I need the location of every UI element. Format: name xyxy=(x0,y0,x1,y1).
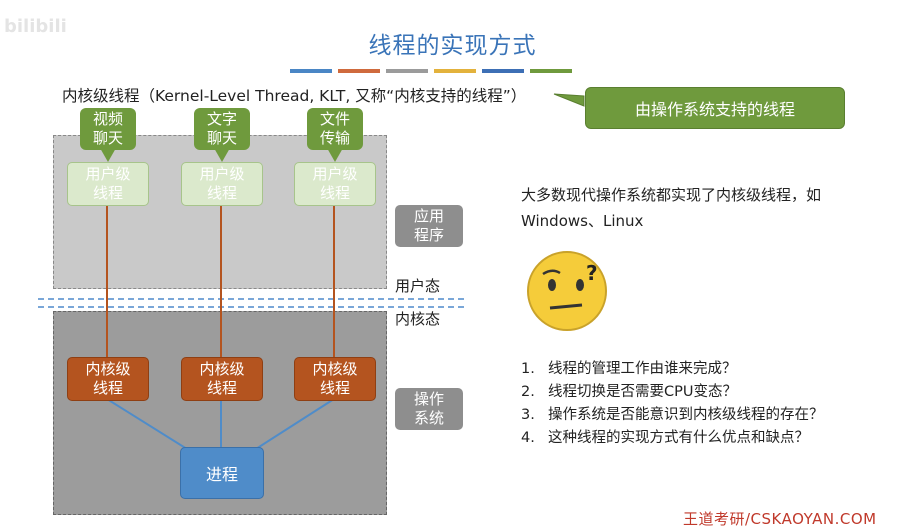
app-video-chat: 视频 聊天 xyxy=(80,108,136,150)
user-thread-3: 用户级 线程 xyxy=(294,162,376,206)
color-bar xyxy=(338,69,380,73)
kernel-thread-2: 内核级 线程 xyxy=(181,357,263,401)
question-number: 3. xyxy=(521,407,535,423)
app-program-text: 应用 程序 xyxy=(413,207,444,244)
kernel-thread-1: 内核级 线程 xyxy=(67,357,149,401)
question-text: 这种线程的实现方式有什么优点和缺点？ xyxy=(548,430,809,446)
color-bar xyxy=(290,69,332,73)
question-number: 4. xyxy=(521,430,535,446)
app-program-label: 应用 程序 xyxy=(395,205,463,247)
app-text-chat: 文字 聊天 xyxy=(194,108,250,150)
user-thread-2: 用户级 线程 xyxy=(181,162,263,206)
process-box: 进程 xyxy=(180,447,264,499)
os-text: 操作 系统 xyxy=(413,390,444,427)
question-text: 线程的管理工作由谁来完成？ xyxy=(548,361,737,377)
app-label: 文件 传输 xyxy=(319,110,350,147)
question-number: 2. xyxy=(521,384,535,400)
question-number: 1. xyxy=(521,361,535,377)
question-item: 2. 线程切换是否需要CPU变态？ xyxy=(521,381,824,404)
question-text: 操作系统是否能意识到内核级线程的存在？ xyxy=(548,407,824,423)
svg-text:?: ? xyxy=(586,261,598,285)
user-space-panel xyxy=(53,135,387,289)
question-list: 1. 线程的管理工作由谁来完成？ 2. 线程切换是否需要CPU变态？ 3. 操作系统是否能… xyxy=(521,358,824,450)
kernel-thread-label: 内核级 线程 xyxy=(312,360,358,397)
kernel-thread-3: 内核级 线程 xyxy=(294,357,376,401)
footer-brand: 王道考研/CSKAOYAN.COM xyxy=(683,510,877,528)
user-thread-label: 用户级 线程 xyxy=(85,165,131,202)
question-item: 1. 线程的管理工作由谁来完成？ xyxy=(521,358,824,381)
os-label: 操作 系统 xyxy=(395,388,463,430)
user-thread-label: 用户级 线程 xyxy=(312,165,358,202)
color-bar xyxy=(434,69,476,73)
user-mode-label: 用户态 xyxy=(395,277,441,295)
kernel-thread-label: 内核级 线程 xyxy=(85,360,131,397)
klt-definition: 内核级线程（Kernel-Level Thread, KLT, 又称“内核支持的… xyxy=(62,87,527,105)
mode-separator xyxy=(38,298,464,308)
user-thread-label: 用户级 线程 xyxy=(199,165,245,202)
color-bar xyxy=(482,69,524,73)
description-text: 大多数现代操作系统都实现了内核级线程，如Windows、Linux xyxy=(521,186,822,230)
app-label: 视频 聊天 xyxy=(92,110,123,147)
color-bar xyxy=(530,69,572,73)
app-label: 文字 聊天 xyxy=(206,110,237,147)
kernel-mode-label: 内核态 xyxy=(395,310,441,328)
kernel-thread-label: 内核级 线程 xyxy=(199,360,245,397)
question-text: 线程切换是否需要CPU变态？ xyxy=(548,384,737,400)
user-thread-1: 用户级 线程 xyxy=(67,162,149,206)
question-item: 3. 操作系统是否能意识到内核级线程的存在？ xyxy=(521,404,824,427)
question-item: 4. 这种线程的实现方式有什么优点和缺点？ xyxy=(521,427,824,450)
slide-title: 线程的实现方式 xyxy=(368,33,537,59)
callout-os-supported: 由操作系统支持的线程 xyxy=(585,87,845,129)
color-bar xyxy=(386,69,428,73)
app-file-transfer: 文件 传输 xyxy=(307,108,363,150)
